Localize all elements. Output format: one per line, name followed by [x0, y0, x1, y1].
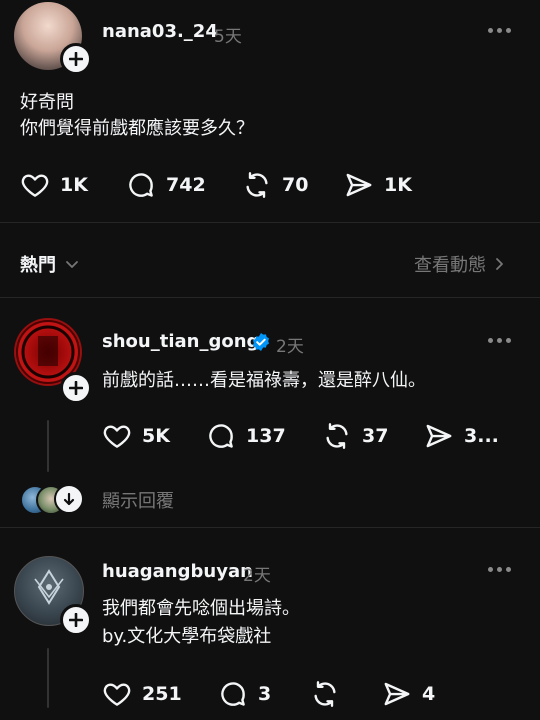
share-button[interactable]: 3... [424, 421, 499, 451]
reply-username[interactable]: shou_tian_gong [102, 331, 259, 352]
repost-button[interactable]: 37 [322, 421, 388, 451]
share-count: 3... [464, 425, 499, 447]
show-replies-label: 顯示回覆 [102, 491, 174, 512]
comment-count: 3 [258, 683, 272, 705]
plus-icon [69, 381, 83, 395]
reply-text-line-2: by.文化大學布袋戲社 [102, 626, 272, 647]
post-text-line-1: 好奇問 [20, 92, 74, 113]
verified-badge-icon [253, 333, 269, 351]
follow-plus-button[interactable] [60, 372, 92, 404]
chevron-down-icon [66, 261, 78, 268]
repost-button[interactable]: 70 [242, 170, 308, 200]
like-button[interactable]: 5K [102, 421, 170, 451]
comment-button[interactable]: 137 [206, 421, 286, 451]
comment-bubble-icon [129, 173, 153, 197]
expand-replies-icon [54, 484, 84, 514]
reply-time: 2天 [276, 337, 304, 357]
thread-line [47, 648, 49, 708]
repost-icon [326, 423, 348, 449]
comment-count: 742 [166, 174, 206, 196]
comment-button[interactable]: 3 [218, 679, 271, 709]
like-button[interactable]: 1K [20, 170, 88, 200]
heart-icon [21, 174, 49, 197]
reply-text-line-1: 我們都會先唸個出場詩。 [102, 598, 300, 619]
share-button[interactable]: 4 [382, 679, 435, 709]
like-count: 1K [60, 174, 88, 196]
like-button[interactable]: 251 [102, 679, 182, 709]
sort-dropdown[interactable]: 熱門 [20, 251, 80, 277]
reply-text-line-1: 前戲的話……看是福祿壽，還是醉八仙。 [102, 370, 426, 391]
view-activity-label: 查看動態 [414, 255, 486, 276]
more-options-button[interactable] [488, 28, 511, 33]
view-activity-link[interactable]: 查看動態 [414, 251, 506, 277]
comment-bubble-icon [221, 682, 245, 706]
show-replies-button[interactable]: 顯示回覆 [20, 483, 320, 515]
reply-username[interactable]: huagangbuyan [102, 561, 253, 582]
repost-icon [314, 681, 336, 707]
divider [0, 297, 540, 298]
share-button[interactable]: 1K [344, 170, 412, 200]
thread-line [47, 420, 49, 472]
send-icon [384, 682, 410, 706]
more-options-button[interactable] [488, 567, 511, 572]
heart-icon [103, 683, 131, 706]
comment-count: 137 [246, 425, 286, 447]
sort-label: 熱門 [20, 255, 56, 276]
share-count: 1K [384, 174, 412, 196]
follow-plus-button[interactable] [60, 43, 92, 75]
divider [0, 222, 540, 223]
like-count: 251 [142, 683, 182, 705]
repost-icon [246, 172, 268, 198]
send-icon [426, 424, 452, 448]
comment-bubble-icon [209, 424, 233, 448]
more-options-button[interactable] [488, 338, 511, 343]
heart-icon [103, 425, 131, 448]
comment-button[interactable]: 742 [126, 170, 206, 200]
repost-button[interactable] [310, 679, 350, 709]
arrow-down-icon [63, 492, 75, 506]
post-time: 5天 [214, 27, 242, 47]
plus-icon [69, 52, 83, 66]
plus-icon [69, 613, 83, 627]
share-count: 4 [422, 683, 436, 705]
repost-count: 37 [362, 425, 389, 447]
divider [0, 527, 540, 528]
repost-count: 70 [282, 174, 309, 196]
post-text-line-2: 你們覺得前戲都應該要多久？ [20, 118, 254, 139]
like-count: 5K [142, 425, 170, 447]
post-username[interactable]: nana03._24 [102, 21, 218, 42]
reply-time: 2天 [243, 566, 271, 586]
follow-plus-button[interactable] [60, 604, 92, 636]
send-icon [346, 173, 372, 197]
chevron-right-icon [496, 258, 503, 270]
